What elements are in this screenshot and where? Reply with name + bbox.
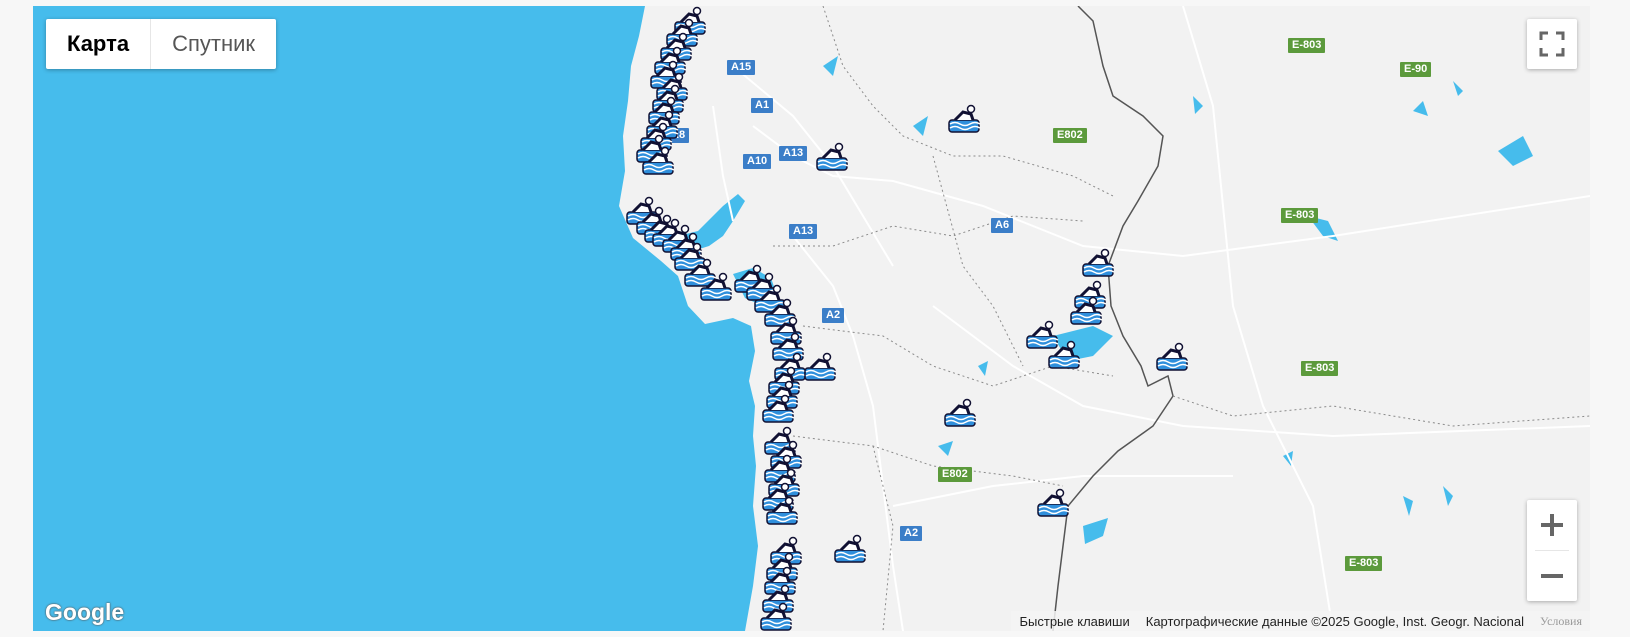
route-shield-e802: E802 — [1053, 128, 1087, 143]
route-shield-e803-east: E-803 — [1301, 361, 1339, 376]
map-canvas[interactable]: A15 A1 A8 A10 A13 A13 A6 A2 A2 E802 E802… — [33, 6, 1590, 631]
keyboard-shortcuts-link[interactable]: Быстрые клавиши — [1011, 614, 1137, 629]
minus-icon — [1541, 574, 1563, 578]
route-shield-e802-south: E802 — [938, 467, 972, 482]
map-type-satellite-button[interactable]: Спутник — [151, 19, 276, 69]
swimmer-icon[interactable] — [1069, 296, 1103, 326]
route-shield-e803: E-803 — [1288, 38, 1326, 53]
route-shield-a13-south: A13 — [789, 224, 818, 239]
map-type-map-button[interactable]: Карта — [46, 19, 152, 69]
swimmer-icon[interactable] — [641, 146, 675, 176]
swimmer-icon[interactable] — [1047, 340, 1081, 370]
swimmer-icon[interactable] — [1081, 248, 1115, 278]
swimmer-icon[interactable] — [1155, 342, 1189, 372]
route-shield-a6: A6 — [991, 218, 1014, 233]
route-shield-e90: E-90 — [1400, 62, 1432, 77]
swimmer-icon[interactable] — [833, 534, 867, 564]
route-shield-a2-south: A2 — [900, 526, 923, 541]
zoom-in-button[interactable] — [1527, 500, 1577, 550]
swimmer-icon[interactable] — [699, 272, 733, 302]
route-shield-a2: A2 — [822, 308, 845, 323]
map-type-control: Карта Спутник — [46, 19, 277, 69]
swimmer-icon[interactable] — [803, 352, 837, 382]
swimmer-icon[interactable] — [815, 142, 849, 172]
swimmer-icon[interactable] — [947, 104, 981, 134]
zoom-out-button[interactable] — [1527, 551, 1577, 601]
swimmer-icon[interactable] — [765, 496, 799, 526]
map-base-layer — [33, 6, 1590, 631]
fullscreen-icon — [1539, 31, 1565, 57]
route-shield-a1: A1 — [751, 98, 774, 113]
map-attribution: Картографические данные ©2025 Google, In… — [1145, 613, 1525, 629]
route-shield-a10: A10 — [743, 154, 772, 169]
swimmer-icon[interactable] — [1036, 488, 1070, 518]
swimmer-icon[interactable] — [759, 602, 793, 631]
swimmer-icon[interactable] — [761, 394, 795, 424]
plus-icon — [1541, 514, 1563, 536]
route-shield-a13: A13 — [779, 146, 808, 161]
google-logo[interactable]: Google — [45, 599, 124, 626]
fullscreen-button[interactable] — [1527, 19, 1577, 69]
route-shield-a15: A15 — [727, 60, 756, 75]
terms-link[interactable]: Условия — [1532, 614, 1590, 629]
route-shield-e803-mid: E-803 — [1281, 208, 1319, 223]
swimmer-icon[interactable] — [943, 398, 977, 428]
route-shield-e803-south: E-803 — [1345, 556, 1383, 571]
zoom-control — [1527, 500, 1577, 601]
map-footer: Быстрые клавиши Картографические данные … — [1011, 611, 1590, 631]
